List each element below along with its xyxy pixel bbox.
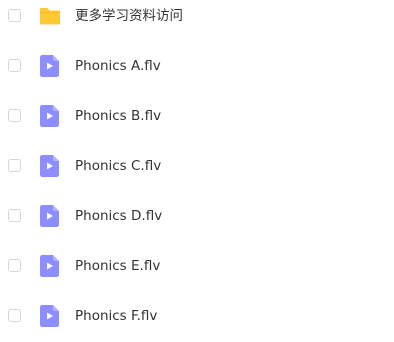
file-name[interactable]: 更多学习资料访问 xyxy=(75,7,183,25)
list-item-video[interactable]: Phonics F.flv xyxy=(0,292,394,342)
file-name[interactable]: Phonics D.flv xyxy=(75,207,162,225)
file-list: 更多学习资料访问 Phonics A.flv Phonics B.flv Pho… xyxy=(0,0,394,342)
video-file-icon xyxy=(39,254,61,278)
video-file-icon xyxy=(39,54,61,78)
file-name[interactable]: Phonics F.flv xyxy=(75,307,157,325)
list-item-video[interactable]: Phonics C.flv xyxy=(0,142,394,192)
file-name[interactable]: Phonics E.flv xyxy=(75,257,160,275)
video-file-icon xyxy=(39,154,61,178)
list-item-video[interactable]: Phonics D.flv xyxy=(0,192,394,242)
file-name[interactable]: Phonics A.flv xyxy=(75,57,161,75)
file-name[interactable]: Phonics C.flv xyxy=(75,157,161,175)
list-item-folder[interactable]: 更多学习资料访问 xyxy=(0,0,394,42)
file-name[interactable]: Phonics B.flv xyxy=(75,107,161,125)
video-file-icon xyxy=(39,204,61,228)
row-checkbox[interactable] xyxy=(8,209,21,222)
list-item-video[interactable]: Phonics E.flv xyxy=(0,242,394,292)
video-file-icon xyxy=(39,304,61,328)
row-checkbox[interactable] xyxy=(8,59,21,72)
video-file-icon xyxy=(39,104,61,128)
row-checkbox[interactable] xyxy=(8,159,21,172)
row-checkbox[interactable] xyxy=(8,9,21,22)
list-item-video[interactable]: Phonics A.flv xyxy=(0,42,394,92)
list-item-video[interactable]: Phonics B.flv xyxy=(0,92,394,142)
row-checkbox[interactable] xyxy=(8,309,21,322)
row-checkbox[interactable] xyxy=(8,259,21,272)
row-checkbox[interactable] xyxy=(8,109,21,122)
folder-icon xyxy=(39,4,61,28)
